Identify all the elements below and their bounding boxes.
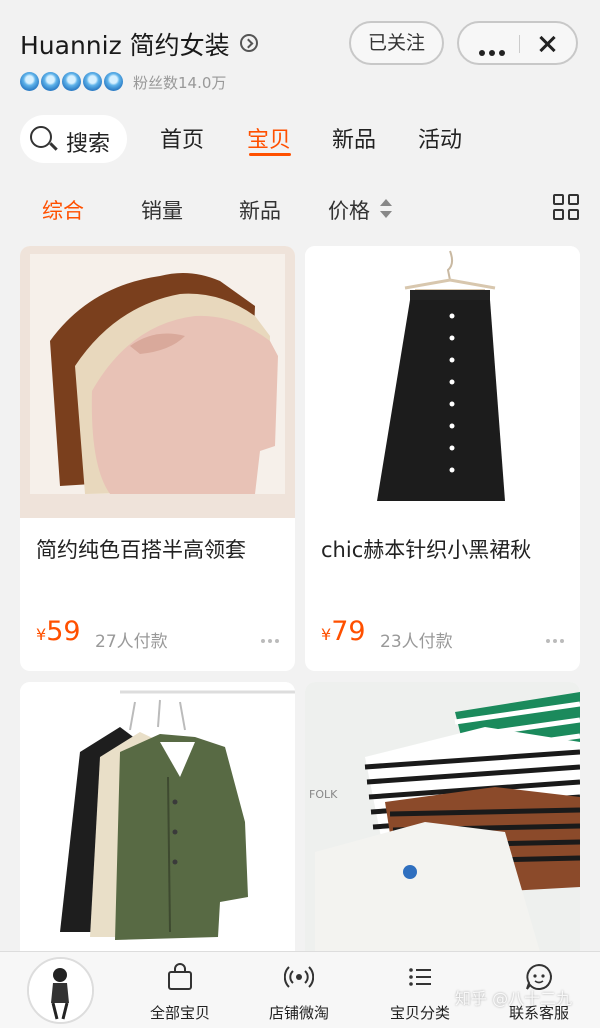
more-icon[interactable] [543, 628, 564, 647]
tab-events[interactable]: 活动 [418, 122, 462, 154]
product-image [305, 246, 580, 518]
product-card[interactable] [20, 682, 295, 962]
follow-button[interactable]: 已关注 [349, 21, 444, 65]
product-card[interactable]: chic赫本针织小黑裙秋 ¥79 23人付款 [305, 246, 580, 671]
fans-count: 粉丝数14.0万 [133, 74, 227, 92]
crown-icon [20, 72, 39, 91]
list-icon [409, 968, 431, 986]
more-icon[interactable] [479, 41, 509, 60]
product-title: chic赫本针织小黑裙秋 [321, 538, 532, 562]
shop-avatar[interactable] [27, 957, 94, 1024]
search-icon [30, 126, 52, 148]
crown-icon [62, 72, 81, 91]
sort-price[interactable]: 价格 [328, 195, 370, 225]
shop-header: Huanniz 简约女装 已关注 粉丝数14.0万 [0, 0, 600, 110]
product-image [20, 246, 295, 518]
price-value: 79 [331, 616, 366, 647]
shopping-bag-icon [168, 963, 192, 990]
bottom-bar-label: 全部宝贝 [149, 1004, 210, 1022]
product-image: FOLK [305, 682, 580, 952]
active-tab-indicator [249, 153, 291, 156]
crown-icon [104, 72, 123, 91]
broadcast-icon [284, 966, 314, 988]
currency-symbol: ¥ [36, 625, 47, 644]
shop-feed-button[interactable]: 店铺微淘 [244, 952, 354, 1028]
shop-rating-crowns [20, 72, 125, 95]
tab-products[interactable]: 宝贝 [247, 122, 291, 154]
currency-symbol: ¥ [321, 625, 332, 644]
product-card[interactable]: 简约纯色百搭半高领套 ¥59 27人付款 [20, 246, 295, 671]
tab-home[interactable]: 首页 [160, 122, 204, 154]
watermark: 知乎 @八十二九 [455, 989, 573, 1008]
sort-arrows-icon[interactable] [380, 197, 392, 221]
crown-icon [41, 72, 60, 91]
search-label: 搜索 [66, 132, 111, 157]
svg-text:FOLK: FOLK [309, 788, 338, 801]
sold-count: 27人付款 [95, 632, 168, 652]
search-button[interactable]: 搜索 [20, 115, 127, 163]
sort-sales[interactable]: 销量 [141, 195, 183, 225]
grid-view-icon[interactable] [553, 194, 581, 222]
more-icon[interactable] [258, 628, 279, 647]
product-price: ¥59 [36, 616, 81, 647]
price-value: 59 [46, 616, 81, 647]
capsule-divider [519, 35, 520, 53]
sold-count: 23人付款 [380, 632, 453, 652]
capsule-menu [457, 21, 578, 65]
product-title: 简约纯色百搭半高领套 [36, 538, 246, 562]
product-image [20, 682, 295, 952]
product-price: ¥79 [321, 616, 366, 647]
all-products-button[interactable]: 全部宝贝 [125, 952, 235, 1028]
sort-overall[interactable]: 综合 [42, 195, 84, 225]
product-card[interactable]: FOLK [305, 682, 580, 962]
tab-new[interactable]: 新品 [332, 122, 376, 154]
crown-icon [83, 72, 102, 91]
avatar-image [29, 959, 92, 1022]
bottom-bar-label: 店铺微淘 [268, 1004, 329, 1022]
sort-new[interactable]: 新品 [239, 195, 281, 225]
shop-name[interactable]: Huanniz 简约女装 [20, 26, 230, 62]
chevron-right-icon[interactable] [240, 34, 258, 52]
close-icon[interactable] [537, 34, 557, 54]
